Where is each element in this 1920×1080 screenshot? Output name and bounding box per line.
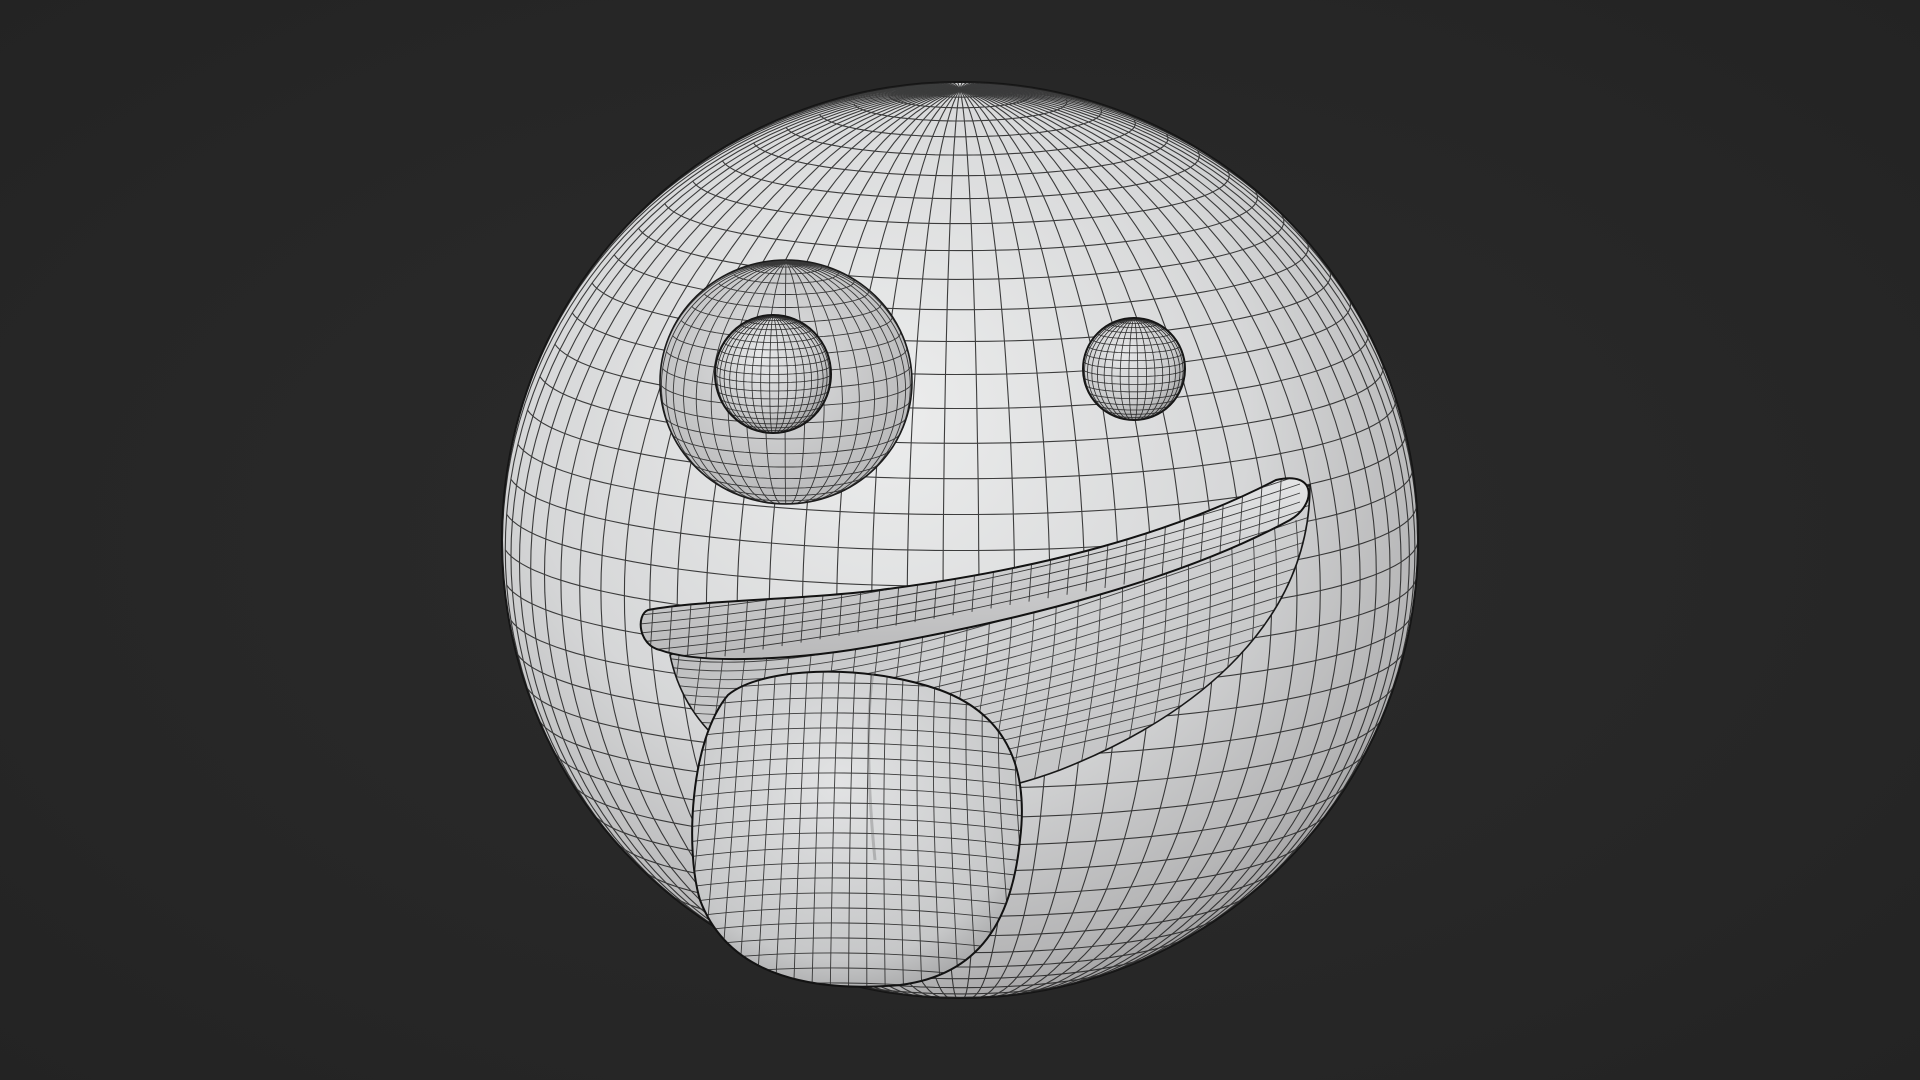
eyeball-left [714,314,832,434]
emoji-wireframe-model [501,81,1419,999]
3d-viewport[interactable] [0,0,1920,1080]
eyeball-right [1082,317,1186,421]
